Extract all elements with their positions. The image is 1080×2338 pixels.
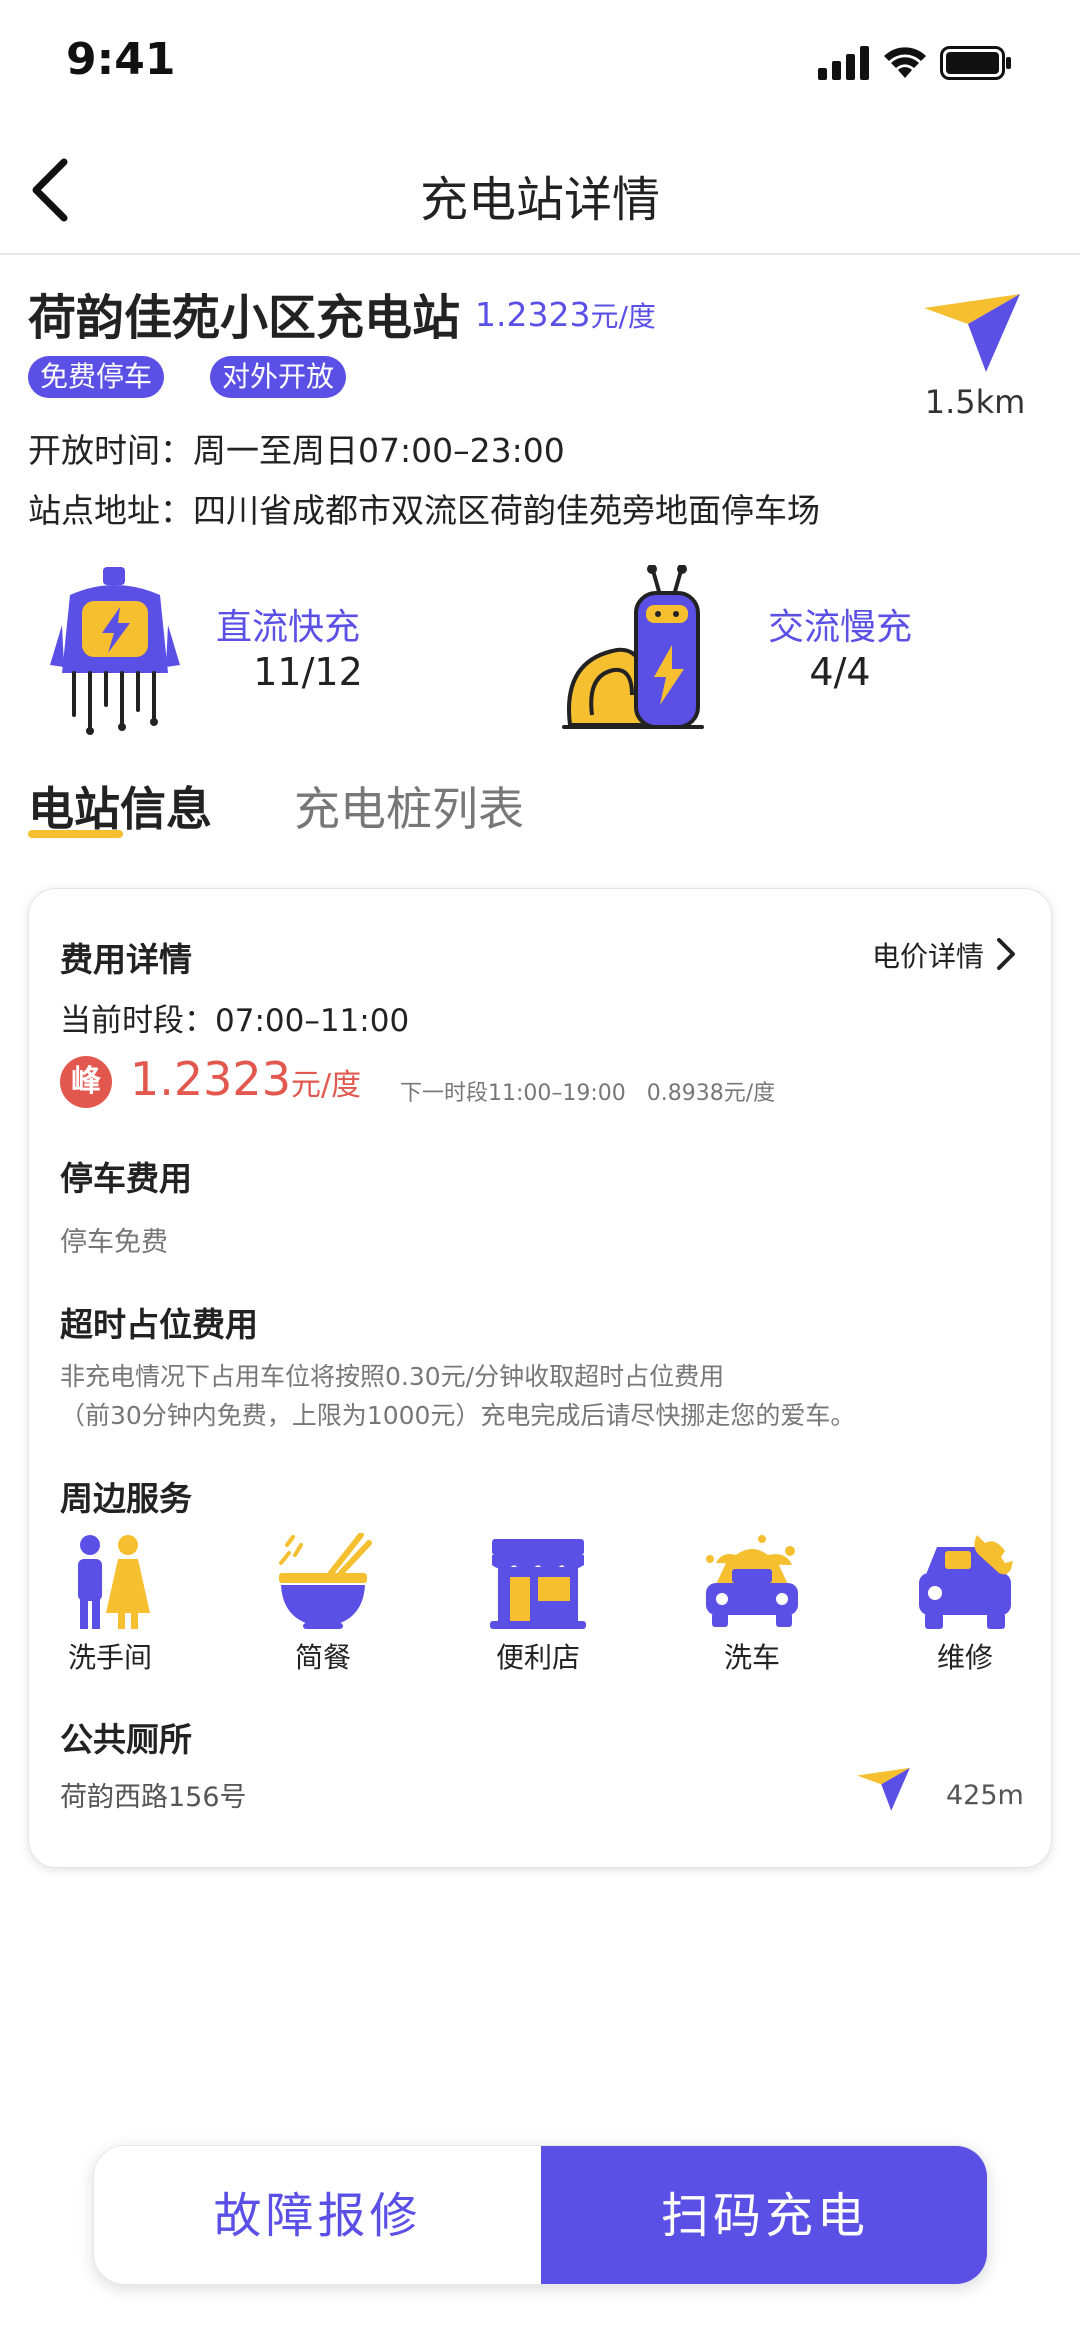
services-heading: 周边服务 [60, 1479, 192, 1518]
parking-heading: 停车费用 [60, 1159, 192, 1198]
public-toilet-heading: 公共厕所 [60, 1720, 192, 1759]
overtime-heading: 超时占位费用 [60, 1305, 258, 1344]
dc-charge-label: 直流快充 [215, 607, 360, 648]
open-to-public-tag: 对外开放 [210, 356, 347, 398]
station-price-unit: 元/度 [590, 300, 656, 333]
ac-charge-count: 4/4 [809, 650, 871, 694]
bottom-action-bar: 故障报修 扫码充电 [93, 2145, 988, 2285]
public-toilet-distance: 425m [946, 1780, 1024, 1811]
fee-heading: 费用详情 [60, 940, 192, 979]
chevron-right-icon[interactable] [995, 936, 1017, 972]
station-price-value: 1.2323 [475, 295, 591, 334]
report-fault-button[interactable]: 故障报修 [94, 2146, 541, 2284]
wifi-icon [884, 47, 926, 78]
dc-fast-charge-icon [50, 567, 180, 735]
scan-to-charge-button[interactable]: 扫码充电 [541, 2146, 987, 2284]
peak-badge: 峰 [60, 1056, 112, 1108]
service-restroom-label: 洗手间 [67, 1641, 152, 1674]
service-carwash-label: 洗车 [723, 1641, 780, 1674]
restroom-icon[interactable] [60, 1533, 160, 1633]
station-address: 站点地址：四川省成都市双流区荷韵佳苑旁地面停车场 [28, 491, 820, 530]
parking-text: 停车免费 [60, 1227, 168, 1258]
signal-icon [818, 46, 869, 80]
tab-indicator [28, 830, 123, 838]
ac-slow-charge-icon [562, 565, 704, 729]
tab-charger-list[interactable]: 充电桩列表 [294, 773, 524, 839]
ac-charge-label: 交流慢充 [767, 607, 912, 648]
status-time: 9:41 [66, 34, 176, 85]
service-meal-label: 简餐 [294, 1641, 351, 1674]
nav-divider [0, 253, 1080, 255]
toilet-navigate-icon[interactable] [856, 1765, 911, 1813]
car-wash-icon[interactable] [702, 1533, 802, 1633]
peak-price-unit: 元/度 [290, 1068, 362, 1103]
convenience-store-icon[interactable] [488, 1533, 588, 1633]
page-title: 充电站详情 [419, 172, 660, 228]
meal-icon[interactable] [273, 1533, 373, 1633]
station-price: 1.2323元/度 [475, 295, 656, 335]
overtime-text-line2: （前30分钟内免费，上限为1000元）充电完成后请尽快挪走您的爱车。 [60, 1401, 856, 1430]
price-detail-link[interactable]: 电价详情 [872, 935, 984, 975]
station-distance: 1.5km [924, 383, 1026, 421]
free-parking-tag: 免费停车 [28, 356, 165, 398]
current-period: 当前时段：07:00–11:00 [60, 1003, 410, 1039]
public-toilet-address: 荷韵西路156号 [60, 1782, 247, 1813]
battery-icon [940, 46, 1011, 80]
navigate-arrow-icon[interactable] [922, 290, 1022, 375]
peak-price-value: 1.2323 [130, 1052, 291, 1106]
service-repair-label: 维修 [936, 1641, 993, 1674]
dc-charge-count: 11/12 [253, 650, 363, 694]
repair-icon[interactable] [915, 1533, 1015, 1633]
overtime-text-line1: 非充电情况下占用车位将按照0.30元/分钟收取超时占位费用 [60, 1362, 725, 1391]
opening-hours: 开放时间：周一至周日07:00–23:00 [28, 431, 565, 470]
service-store-label: 便利店 [495, 1641, 580, 1674]
peak-price: 1.2323元/度 [130, 1052, 361, 1106]
next-period: 下一时段11:00–19:00 0.8938元/度 [400, 1081, 776, 1106]
station-name: 荷韵佳苑小区充电站 [28, 290, 461, 346]
